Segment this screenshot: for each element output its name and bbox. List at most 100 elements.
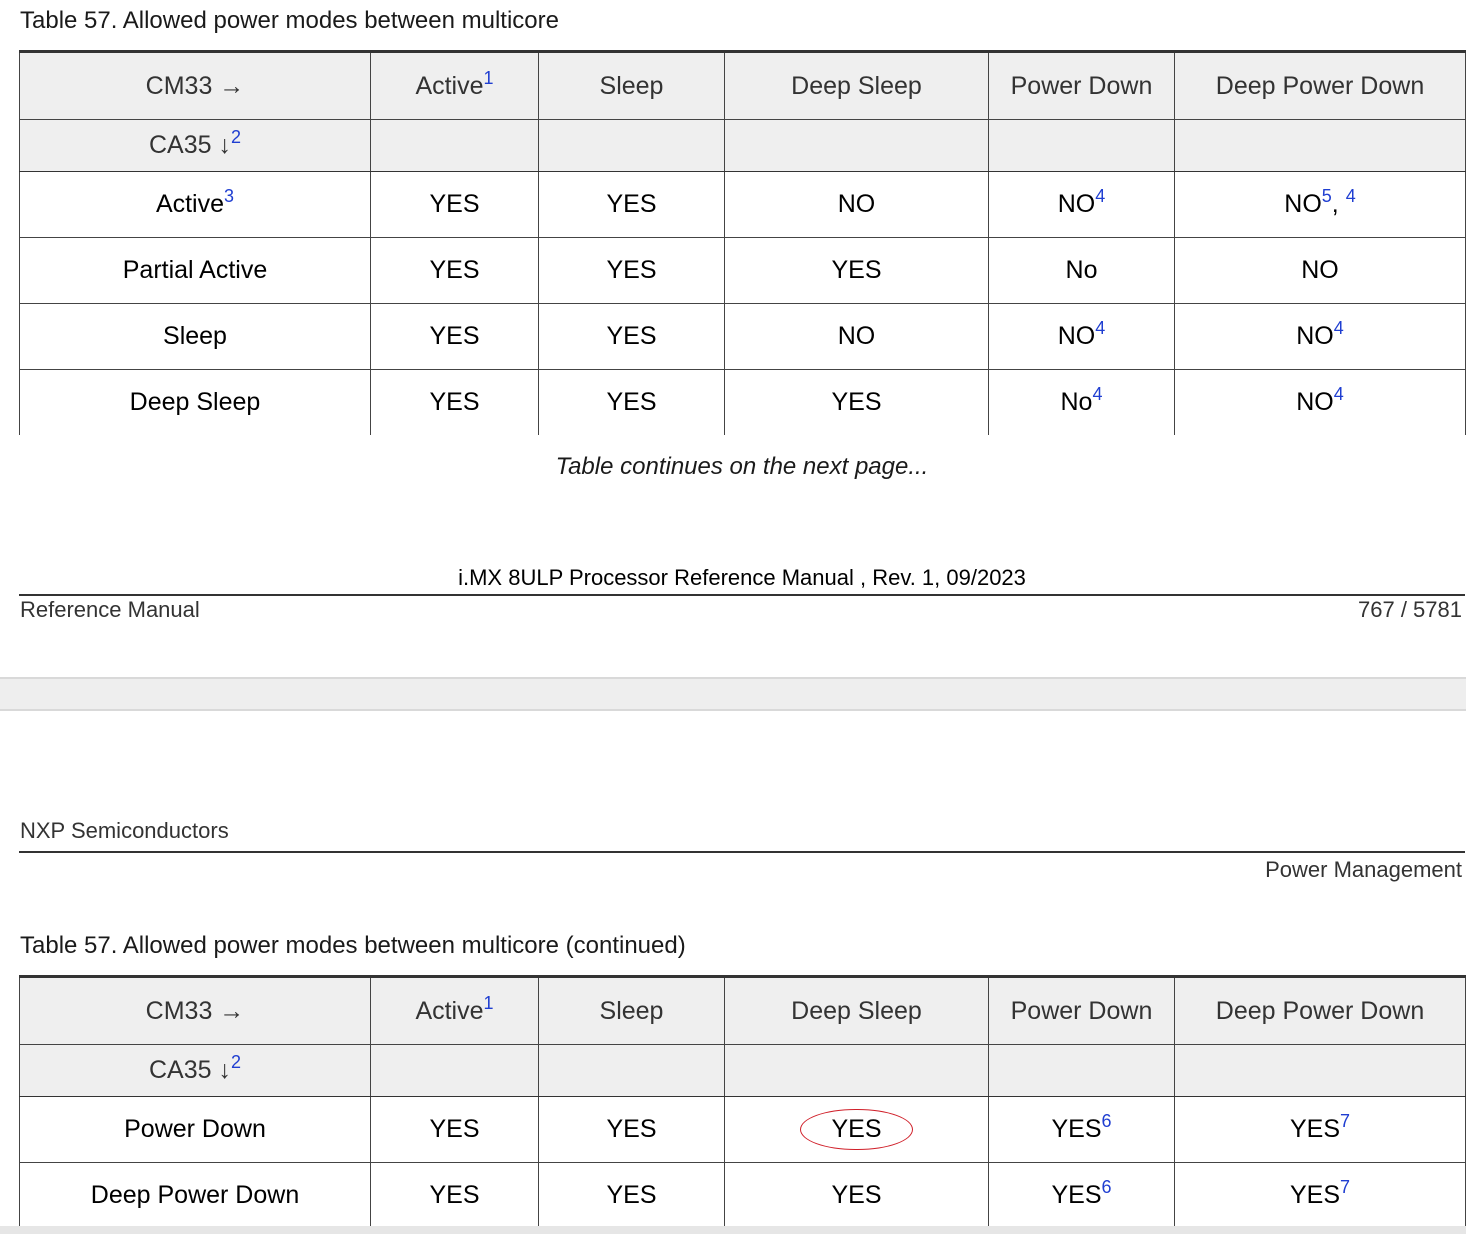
- table-cell: YES: [538, 237, 725, 304]
- empty-cell: [1174, 119, 1466, 172]
- table-caption: Table 57. Allowed power modes between mu…: [20, 7, 559, 34]
- table-subheader-row: CA35 ↓2: [19, 1044, 1466, 1097]
- table-header-row: CM33 → Active1 Sleep Deep Sleep Power Do…: [19, 975, 1466, 1045]
- table-cell: NO4: [1174, 369, 1466, 435]
- table-cell: YES: [370, 171, 539, 238]
- empty-cell: [1174, 1044, 1466, 1097]
- row-label: Partial Active: [19, 237, 371, 304]
- table-row: Sleep YES YES NO NO4 NO4: [19, 303, 1466, 370]
- table-cell: NO: [1174, 237, 1466, 304]
- page-768: NXP Semiconductors Power Management Tabl…: [0, 711, 1466, 1234]
- footnote-ref[interactable]: 4: [1334, 318, 1344, 338]
- footnote-ref[interactable]: 7: [1340, 1177, 1350, 1197]
- footnote-ref[interactable]: 7: [1340, 1111, 1350, 1131]
- footnote-ref[interactable]: 6: [1102, 1111, 1112, 1131]
- table-row: Deep Power Down YES YES YES YES6 YES7: [19, 1162, 1466, 1228]
- table-cell: YES: [724, 1096, 989, 1163]
- col-header-deep-power-down: Deep Power Down: [1174, 975, 1466, 1045]
- table-cell: NO5, 4: [1174, 171, 1466, 238]
- col-header-power-down: Power Down: [988, 50, 1175, 120]
- header-section: Power Management: [1265, 857, 1462, 882]
- table-cell: YES: [538, 171, 725, 238]
- table-cell: YES: [370, 1162, 539, 1228]
- footnote-ref[interactable]: 4: [1092, 384, 1102, 404]
- row-label: Deep Power Down: [19, 1162, 371, 1228]
- footnote-ref[interactable]: 6: [1102, 1177, 1112, 1197]
- col-header-active: Active1: [370, 975, 539, 1045]
- footnote-ref[interactable]: 2: [231, 127, 241, 147]
- empty-cell: [988, 119, 1175, 172]
- table-cell: NO: [724, 303, 989, 370]
- table-cell: No: [988, 237, 1175, 304]
- table-cell: YES: [724, 1162, 989, 1228]
- footnote-ref[interactable]: 4: [1095, 186, 1105, 206]
- table-cell: YES7: [1174, 1096, 1466, 1163]
- col-header-active: Active1: [370, 50, 539, 120]
- footer-document-title: i.MX 8ULP Processor Reference Manual , R…: [458, 565, 1026, 590]
- footer-doc-type: Reference Manual: [20, 597, 200, 622]
- table-cell: YES: [538, 303, 725, 370]
- footnote-ref[interactable]: 4: [1334, 384, 1344, 404]
- table-header-row: CM33 → Active1 Sleep Deep Sleep Power Do…: [19, 50, 1466, 120]
- table-cell: YES: [370, 303, 539, 370]
- ca35-header: CA35 ↓2: [19, 119, 371, 172]
- footnote-ref[interactable]: 4: [1346, 186, 1356, 206]
- table-cell: NO4: [988, 303, 1175, 370]
- footnote-ref[interactable]: 1: [484, 993, 494, 1013]
- col-header-deep-sleep: Deep Sleep: [724, 975, 989, 1045]
- table-subheader-row: CA35 ↓2: [19, 119, 1466, 172]
- row-label: Power Down: [19, 1096, 371, 1163]
- table-cell: YES: [538, 369, 725, 435]
- table-cell: YES: [724, 369, 989, 435]
- table-cell: NO4: [1174, 303, 1466, 370]
- table-caption: Table 57. Allowed power modes between mu…: [20, 932, 686, 959]
- ca35-header: CA35 ↓2: [19, 1044, 371, 1097]
- table-cell: YES6: [988, 1096, 1175, 1163]
- table-cell: YES: [538, 1162, 725, 1228]
- col-header-deep-power-down: Deep Power Down: [1174, 50, 1466, 120]
- page-number: 767 / 5781: [1358, 597, 1462, 622]
- power-modes-table: CM33 → Active1 Sleep Deep Sleep Power Do…: [19, 50, 1466, 435]
- table-cell: YES: [370, 369, 539, 435]
- table-cell: YES6: [988, 1162, 1175, 1228]
- table-row: Partial Active YES YES YES No NO: [19, 237, 1466, 304]
- col-header-sleep: Sleep: [538, 50, 725, 120]
- empty-cell: [724, 119, 989, 172]
- footnote-ref[interactable]: 2: [231, 1052, 241, 1072]
- cm33-header: CM33 →: [19, 975, 371, 1045]
- table-cell: YES: [370, 1096, 539, 1163]
- footnote-ref[interactable]: 1: [484, 68, 494, 88]
- table-cell: NO: [724, 171, 989, 238]
- power-modes-table-continued: CM33 → Active1 Sleep Deep Sleep Power Do…: [19, 975, 1466, 1228]
- table-cell: YES7: [1174, 1162, 1466, 1228]
- empty-cell: [370, 119, 539, 172]
- table-cell: YES: [724, 237, 989, 304]
- header-company: NXP Semiconductors: [20, 818, 229, 843]
- row-label: Deep Sleep: [19, 369, 371, 435]
- footnote-ref[interactable]: 5: [1322, 186, 1332, 206]
- header-divider: [19, 851, 1465, 853]
- table-row: Active3 YES YES NO NO4 NO5, 4: [19, 171, 1466, 238]
- footer-divider: [19, 594, 1465, 596]
- empty-cell: [724, 1044, 989, 1097]
- table-continues-note: Table continues on the next page...: [555, 453, 929, 480]
- viewer-bottom-edge: [0, 1226, 1466, 1234]
- table-cell: YES: [538, 1096, 725, 1163]
- empty-cell: [538, 119, 725, 172]
- table-row: Power Down YES YES YES YES6 YES7: [19, 1096, 1466, 1163]
- footnote-ref[interactable]: 4: [1095, 318, 1105, 338]
- table-row: Deep Sleep YES YES YES No4 NO4: [19, 369, 1466, 435]
- empty-cell: [988, 1044, 1175, 1097]
- col-header-sleep: Sleep: [538, 975, 725, 1045]
- footnote-ref[interactable]: 3: [224, 186, 234, 206]
- page-separator: [0, 677, 1466, 711]
- table-cell: No4: [988, 369, 1175, 435]
- table-cell: YES: [370, 237, 539, 304]
- row-label: Sleep: [19, 303, 371, 370]
- page-767: Table 57. Allowed power modes between mu…: [0, 0, 1466, 677]
- row-label: Active3: [19, 171, 371, 238]
- empty-cell: [370, 1044, 539, 1097]
- table-cell: NO4: [988, 171, 1175, 238]
- red-ellipse-annotation: YES: [800, 1108, 913, 1151]
- cm33-header: CM33 →: [19, 50, 371, 120]
